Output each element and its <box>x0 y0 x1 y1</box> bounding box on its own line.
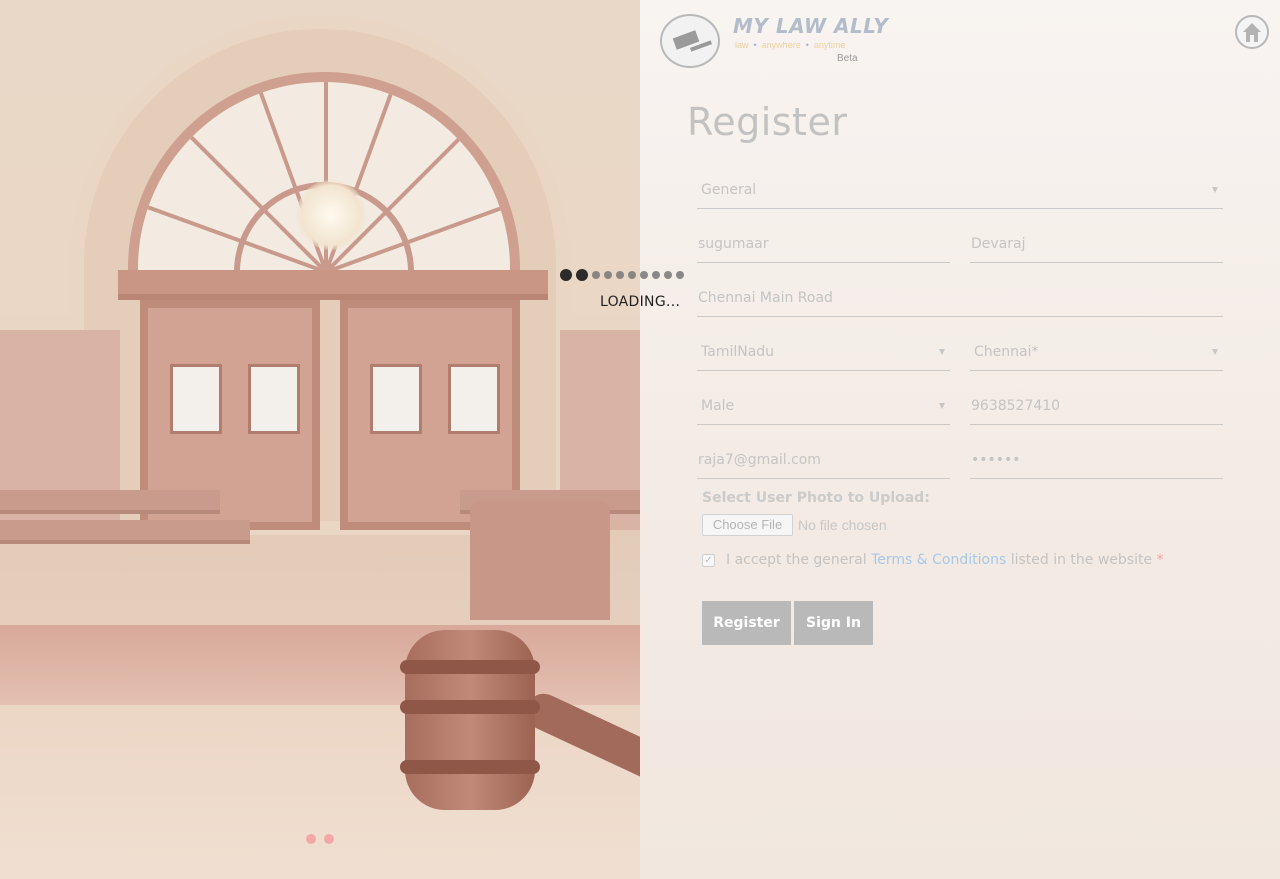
brand-title: MY LAW ALLY <box>733 14 889 38</box>
gavel-band <box>400 660 540 674</box>
terms-text: I accept the general Terms & Conditions … <box>726 552 1164 568</box>
city-select[interactable]: Chennai* <box>970 335 1223 371</box>
file-status: No file chosen <box>798 517 887 533</box>
tagline-word: anytime <box>813 40 846 50</box>
bench <box>0 490 220 514</box>
upload-label: Select User Photo to Upload: <box>702 490 930 506</box>
loading-spinner-icon <box>560 268 684 282</box>
chandelier <box>296 180 366 250</box>
home-icon-body <box>1246 31 1258 42</box>
choose-file-button[interactable]: Choose File <box>702 514 793 536</box>
password-field[interactable]: •••••• <box>970 443 1223 479</box>
door-lintel <box>118 270 548 300</box>
required-mark: * <box>1156 552 1164 568</box>
register-panel: MY LAW ALLY law • anywhere • anytime Beta Re… <box>640 0 1280 879</box>
tagline-word: anywhere <box>761 40 801 50</box>
gavel-band <box>400 760 540 774</box>
brand-logo[interactable]: MY LAW ALLY law • anywhere • anytime Beta <box>660 12 888 70</box>
email-value: raja7@gmail.com <box>698 452 821 468</box>
password-value: •••••• <box>971 452 1021 468</box>
carousel-dot[interactable] <box>324 834 334 844</box>
checkmark-icon: ✓ <box>704 555 713 566</box>
state-value: TamilNadu <box>701 344 775 360</box>
chair <box>470 500 610 620</box>
category-value: General <box>701 182 757 198</box>
phone-field[interactable]: 9638527410 <box>970 389 1223 425</box>
loading-text: LOADING... <box>600 294 681 310</box>
page-title: Register <box>687 100 848 144</box>
gavel-book-emblem-icon <box>660 14 720 68</box>
brand-tagline: law • anywhere • anytime <box>735 40 846 50</box>
chevron-down-icon <box>1212 349 1218 355</box>
category-select[interactable]: General <box>697 173 1223 209</box>
email-field[interactable]: raja7@gmail.com <box>697 443 950 479</box>
gavel-band <box>400 700 540 714</box>
sign-in-button[interactable]: Sign In <box>794 601 873 645</box>
courtroom-background-image <box>0 0 640 879</box>
bench <box>0 520 250 544</box>
last-name-value: Devaraj <box>971 236 1026 252</box>
beta-label: Beta <box>837 53 858 64</box>
gavel-icon <box>405 630 535 810</box>
chevron-down-icon <box>939 403 945 409</box>
terms-prefix: I accept the general <box>726 552 867 568</box>
terms-link[interactable]: Terms & Conditions <box>871 552 1006 568</box>
first-name-field[interactable]: sugumaar <box>697 227 950 263</box>
tagline-word: law <box>735 40 749 50</box>
gender-select[interactable]: Male <box>697 389 950 425</box>
city-value: Chennai* <box>974 344 1039 360</box>
terms-suffix: listed in the website <box>1010 552 1153 568</box>
terms-checkbox[interactable]: ✓ <box>702 554 715 567</box>
chevron-down-icon <box>1212 187 1218 193</box>
first-name-value: sugumaar <box>698 236 769 252</box>
home-button[interactable] <box>1235 15 1269 49</box>
phone-value: 9638527410 <box>971 398 1061 414</box>
register-button[interactable]: Register <box>702 601 791 645</box>
address-field[interactable]: Chennai Main Road <box>697 281 1223 317</box>
last-name-field[interactable]: Devaraj <box>970 227 1223 263</box>
state-select[interactable]: TamilNadu <box>697 335 950 371</box>
carousel-dot[interactable] <box>306 834 316 844</box>
loading-indicator: LOADING... <box>560 268 720 314</box>
carousel-indicators <box>306 834 334 844</box>
gender-value: Male <box>701 398 735 414</box>
chevron-down-icon <box>939 349 945 355</box>
